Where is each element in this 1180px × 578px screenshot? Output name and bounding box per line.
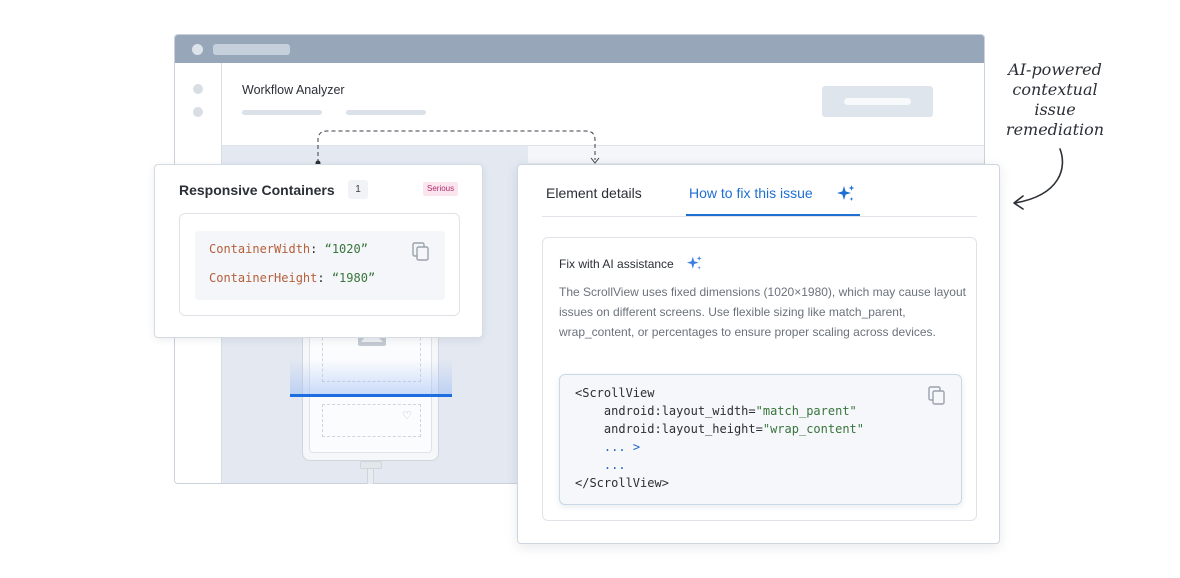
header-action-button[interactable] — [822, 86, 933, 117]
xml-attribute: android:layout_width= — [603, 404, 756, 418]
details-panel: Element details How to fix this issue Fi… — [517, 164, 1000, 544]
issue-code-container: ContainerWidth: “1020” ContainerHeight: … — [179, 213, 460, 316]
copy-icon[interactable] — [412, 242, 430, 262]
app-header: Workflow Analyzer — [222, 63, 984, 146]
phone-cable — [367, 469, 374, 484]
code-line: ... — [575, 458, 626, 472]
window-dot — [192, 44, 203, 55]
header-placeholder-line — [346, 110, 426, 115]
xml-tag: <ScrollView — [575, 386, 655, 400]
issue-count-badge: 1 — [348, 180, 368, 199]
code-line: ... > — [575, 440, 640, 454]
code-key: ContainerHeight — [209, 271, 318, 285]
phone-connector — [360, 461, 382, 469]
code-separator: : — [317, 271, 332, 285]
code-value: “1020” — [324, 242, 368, 256]
code-value: “1980” — [331, 271, 376, 285]
severity-badge: Serious — [423, 182, 459, 196]
xml-value: "match_parent" — [755, 404, 857, 418]
issue-card[interactable]: Responsive Containers 1 Serious Containe… — [154, 164, 483, 338]
code-line: ContainerWidth: “1020” — [209, 242, 368, 256]
xml-ellipsis: ... — [603, 440, 633, 454]
xml-ellipsis: ... — [603, 458, 626, 472]
tabs-divider — [542, 216, 977, 217]
scan-line — [290, 394, 452, 397]
header-placeholder-line — [242, 110, 322, 115]
list-item-placeholder: ♡ — [322, 404, 421, 437]
code-line: android:layout_height="wrap_content" — [575, 422, 864, 436]
annotation-callout: AI-powered contextual issue remediation — [1000, 60, 1110, 140]
sidebar-item-2[interactable] — [193, 107, 203, 117]
content-toolbar — [528, 146, 984, 164]
button-label-placeholder — [844, 98, 911, 105]
xml-attribute: android:layout_height= — [603, 422, 763, 436]
code-line: ContainerHeight: “1980” — [209, 271, 375, 285]
annotation-line: AI-powered — [1008, 60, 1102, 79]
annotation-line: remediation — [1005, 120, 1105, 139]
issue-title: Responsive Containers — [179, 182, 335, 198]
code-snippet: <ScrollView android:layout_width="match_… — [559, 374, 962, 505]
copy-icon[interactable] — [928, 386, 946, 406]
code-line: <ScrollView — [575, 386, 654, 400]
sparkle-icon — [837, 185, 855, 201]
code-line: </ScrollView> — [575, 476, 669, 490]
issue-code-block: ContainerWidth: “1020” ContainerHeight: … — [195, 231, 445, 300]
ai-assistance-section: Fix with AI assistance The ScrollView us… — [542, 237, 977, 521]
code-line: android:layout_width="match_parent" — [575, 404, 857, 418]
tab-how-to-fix[interactable]: How to fix this issue — [689, 185, 813, 201]
heart-icon: ♡ — [402, 410, 412, 422]
code-separator: : — [310, 242, 325, 256]
annotation-line: issue — [1034, 100, 1076, 119]
ai-section-title: Fix with AI assistance — [559, 257, 674, 271]
code-key: ContainerWidth — [209, 242, 311, 256]
xml-bracket: > — [632, 440, 641, 454]
arrow-icon — [1013, 148, 1064, 210]
ai-description: The ScrollView uses fixed dimensions (10… — [559, 285, 966, 339]
sidebar-item-1[interactable] — [193, 84, 203, 94]
active-tab-indicator — [686, 214, 860, 216]
sparkle-icon — [686, 255, 702, 270]
xml-tag: </ScrollView> — [575, 476, 669, 490]
page-title: Workflow Analyzer — [242, 83, 345, 97]
window-title-placeholder — [213, 44, 290, 55]
window-titlebar — [175, 35, 984, 63]
xml-value: "wrap_content" — [762, 422, 865, 436]
tab-element-details[interactable]: Element details — [546, 185, 642, 201]
annotation-line: contextual — [1012, 80, 1098, 99]
scan-glow — [290, 360, 452, 396]
